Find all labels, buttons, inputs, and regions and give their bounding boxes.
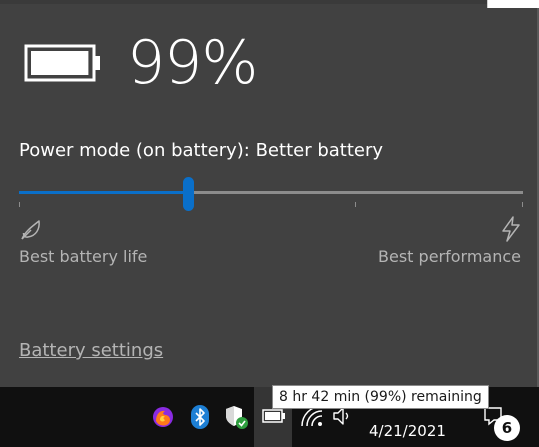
desktop-corner <box>487 0 539 8</box>
power-mode-slider[interactable] <box>19 174 523 216</box>
slider-thumb[interactable] <box>182 177 194 211</box>
notification-count-badge[interactable]: 6 <box>494 415 520 441</box>
flyout-top-edge <box>0 0 539 4</box>
power-mode-label: Power mode (on battery): Better battery <box>19 140 384 161</box>
slider-track-fill[interactable] <box>19 191 188 194</box>
battery-flyout: 99% Power mode (on battery): Better batt… <box>0 0 539 387</box>
battery-percentage: 99% <box>127 28 258 98</box>
slider-tick <box>19 202 20 207</box>
best-performance-label: Best performance <box>378 247 521 266</box>
slider-tick <box>522 202 523 207</box>
lightning-bolt-icon <box>502 216 520 242</box>
bluetooth-icon[interactable] <box>189 404 211 430</box>
slider-tick <box>355 202 356 207</box>
taskbar-date[interactable]: 4/21/2021 <box>369 422 446 440</box>
battery-settings-link[interactable]: Battery settings <box>19 340 163 361</box>
battery-charge-fill <box>31 51 89 75</box>
firefox-icon[interactable] <box>150 404 176 430</box>
best-battery-life-label: Best battery life <box>19 247 148 266</box>
battery-remaining-tooltip: 8 hr 42 min (99%) remaining <box>272 385 489 409</box>
battery-icon[interactable] <box>260 407 288 425</box>
windows-security-icon[interactable] <box>222 403 250 431</box>
battery-icon <box>24 44 100 82</box>
leaf-icon <box>21 220 40 240</box>
